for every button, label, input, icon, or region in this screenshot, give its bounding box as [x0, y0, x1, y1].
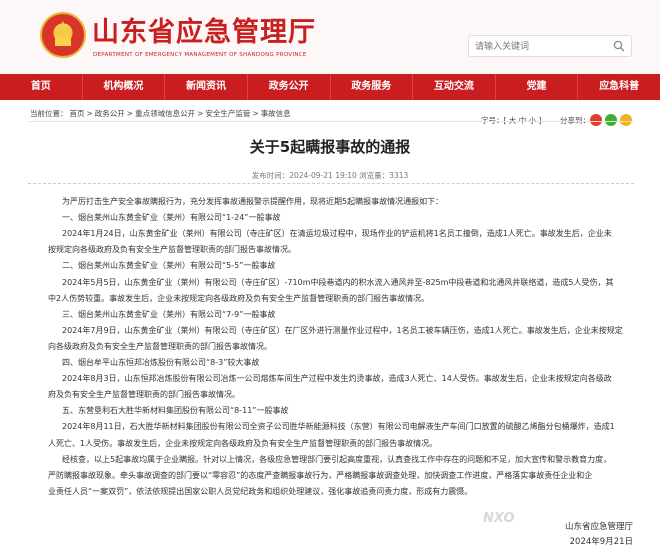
article-line: 严防瞒报事故现象。牵头事故调查的部门要以“零容忍”的态度严查瞒报事故行为，严格瞒…	[48, 470, 593, 480]
site-title[interactable]: 山东省应急管理厅	[92, 17, 316, 49]
qzone-icon[interactable]	[620, 114, 632, 126]
nav-item-party[interactable]: 党建	[496, 74, 579, 100]
article-line: 一、烟台莱州山东黄金矿业（莱州）有限公司“1-24”一般事故	[62, 213, 281, 223]
article-line: 二、烟台莱州山东黄金矿业（莱州）有限公司“5-5”一般事故	[62, 261, 276, 271]
breadcrumb: 当前位置： 首页 > 政务公开 > 重点领域信息公开 > 安全生产监管 > 事故信息	[30, 108, 293, 119]
share-icons	[590, 114, 632, 126]
nav-item-science[interactable]: 应急科普	[578, 74, 660, 100]
breadcrumb-label: 当前位置：	[30, 109, 68, 118]
article-line: 府及负有安全生产监督管理职责的部门报告事故情况。	[48, 390, 240, 400]
site-subtitle: DEPARTMENT OF EMERGENCY MANAGEMENT OF SH…	[93, 52, 307, 58]
national-emblem-icon: ★	[40, 12, 86, 58]
article-line: 为严厉打击生产安全事故瞒报行为，充分发挥事故通报警示提醒作用，现将近期5起瞒报事…	[62, 197, 444, 206]
nav-item-interaction[interactable]: 互动交流	[413, 74, 496, 100]
article-line: 经核查，以上5起事故均属于企业瞒报。针对以上情况，各级应急管理部门要引起高度重视…	[62, 454, 612, 464]
article-meta: 发布时间：2024-09-21 19:10 浏览量：3313	[251, 171, 409, 180]
nav-item-home[interactable]: 首页	[0, 74, 83, 100]
breadcrumb-item[interactable]: 安全生产监管	[205, 109, 250, 118]
article-line: 向各级政府及负有安全生产监督管理职责的部门报告事故情况。	[48, 341, 272, 351]
article-line: 三、烟台莱州山东黄金矿业（莱州）有限公司“7-9”一般事故	[62, 309, 276, 319]
article-line: 业责任人员“一案双罚”，依法依规提出国家公职人员党纪政务和组织处理建议，强化事故…	[48, 486, 473, 496]
breadcrumb-item[interactable]: 事故信息	[261, 109, 291, 118]
article-line: 2024年8月3日，山东恒邦冶炼股份有限公司冶炼一公司熔炼车间生产过程中发生灼烫…	[62, 374, 612, 384]
nav-item-gov-services[interactable]: 政务服务	[331, 74, 414, 100]
main-nav: 首页 机构概况 新闻资讯 政务公开 政务服务 互动交流 党建 应急科普	[0, 74, 660, 100]
article-line: 五、东营垦利石大胜华新材料集团股份有限公司“8-11”一般事故	[62, 406, 289, 416]
article-line: 人死亡、1人受伤。事故发生后，企业未按规定向各级政府及负有安全生产监督管理职责的…	[48, 438, 438, 448]
nav-item-about[interactable]: 机构概况	[83, 74, 166, 100]
article-line: 2024年5月5日，山东黄金矿业（莱州）有限公司（寺庄矿区）-710m中段巷道内…	[62, 277, 614, 287]
breadcrumb-sep: >	[126, 109, 134, 118]
site-header: ★ 山东省应急管理厅 DEPARTMENT OF EMERGENCY MANAG…	[0, 0, 660, 74]
article-line: 按规定向各级政府及负有安全生产监督管理职责的部门报告事故情况。	[48, 245, 296, 255]
breadcrumb-sep: >	[252, 109, 259, 118]
search-icon	[613, 40, 625, 52]
watermark-text: NXO	[483, 511, 515, 526]
article-line: 2024年1月24日，山东黄金矿业（莱州）有限公司（寺庄矿区）在清运垃圾过程中，…	[62, 229, 612, 239]
search-input[interactable]	[475, 39, 605, 54]
nav-item-news[interactable]: 新闻资讯	[165, 74, 248, 100]
search-box	[468, 35, 632, 57]
article-line: 2024年7月9日，山东黄金矿业（莱州）有限公司（寺庄矿区）在厂区外进行测量作业…	[62, 325, 623, 335]
article-title: 关于5起瞒报事故的通报	[249, 138, 411, 156]
article-line: 四、烟台牟平山东恒邦冶炼股份有限公司“8-3”较大事故	[62, 358, 260, 367]
breadcrumb-item[interactable]: 重点领域信息公开	[135, 109, 195, 118]
nav-item-gov-affairs[interactable]: 政务公开	[248, 74, 331, 100]
article-signature: 山东省应急管理厅	[564, 522, 633, 532]
article-line: 中2人伤势较重。事故发生后，企业未按规定向各级政府及负有安全生产监督管理职责的部…	[48, 293, 430, 303]
article-date: 2024年9月21日	[569, 537, 633, 547]
divider	[28, 121, 634, 122]
breadcrumb-item[interactable]: 政务公开	[95, 109, 125, 118]
breadcrumb-item[interactable]: 首页	[70, 109, 85, 118]
divider	[28, 183, 634, 184]
article-line: 2024年8月11日，石大胜华新材料集团股份有限公司全资子公司胜华新能源科技（东…	[62, 422, 615, 432]
breadcrumb-sep: >	[197, 109, 204, 118]
weibo-icon[interactable]	[590, 114, 602, 126]
wechat-icon[interactable]	[605, 114, 617, 126]
breadcrumb-sep: >	[86, 109, 93, 118]
search-button[interactable]	[607, 36, 631, 56]
